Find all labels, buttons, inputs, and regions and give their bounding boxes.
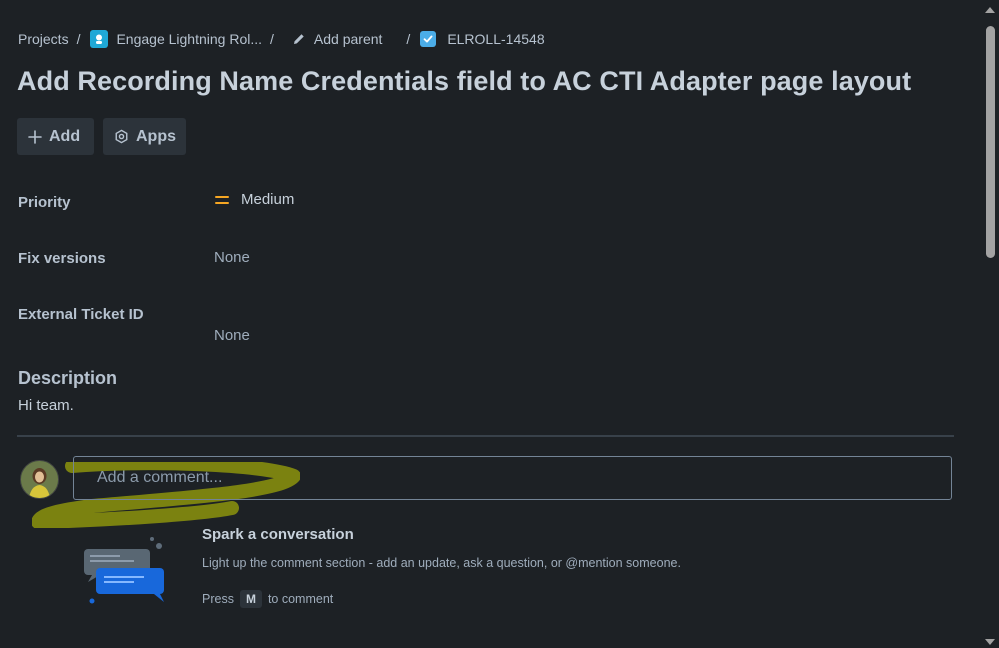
keyboard-hint-prefix: Press (202, 592, 234, 606)
task-checkbox-icon (420, 31, 437, 47)
keyboard-hint: Press M to comment (202, 590, 333, 608)
breadcrumb: Projects / Engage Lightning Rol... / Add… (18, 28, 545, 50)
add-parent-label: Add parent (313, 31, 383, 47)
breadcrumb-separator: / (270, 31, 274, 47)
issue-page: Projects / Engage Lightning Rol... / Add… (0, 0, 999, 648)
breadcrumb-separator: / (406, 31, 411, 47)
apps-button-label: Apps (136, 127, 176, 145)
apps-hexagon-icon (114, 129, 129, 144)
add-button-label: Add (49, 127, 81, 145)
keyboard-hint-suffix: to comment (267, 592, 334, 606)
breadcrumb-separator: / (76, 31, 81, 47)
add-button[interactable]: Add (17, 118, 94, 155)
vertical-scrollbar[interactable] (982, 0, 999, 648)
priority-value: Medium (241, 191, 295, 208)
apps-button[interactable]: Apps (103, 118, 186, 155)
breadcrumb-projects-label: Projects (18, 31, 69, 47)
priority-label: Priority (18, 194, 71, 211)
plus-icon (28, 129, 42, 144)
breadcrumb-project[interactable]: Engage Lightning Rol... (90, 30, 262, 48)
description-heading: Description (18, 368, 118, 388)
external-ticket-id-value[interactable]: None (214, 327, 250, 344)
breadcrumb-projects[interactable]: Projects (18, 31, 69, 47)
priority-field[interactable]: Medium (214, 191, 294, 208)
breadcrumb-project-label: Engage Lightning Rol... (116, 31, 263, 47)
divider (17, 435, 954, 437)
add-parent-button[interactable]: Add parent (292, 31, 383, 47)
scroll-up-arrow-icon[interactable] (985, 7, 995, 13)
fix-versions-value[interactable]: None (214, 249, 250, 266)
shortcut-key: M (239, 590, 262, 608)
conversation-illustration (84, 537, 164, 604)
priority-medium-icon (214, 193, 230, 207)
external-ticket-id-label: External Ticket ID (18, 306, 144, 323)
breadcrumb-issue-key[interactable]: ELROLL-14548 (420, 31, 545, 47)
scrollbar-thumb[interactable] (986, 26, 995, 258)
description-text[interactable]: Hi team. (18, 397, 74, 414)
issue-title[interactable]: Add Recording Name Credentials field to … (17, 66, 911, 97)
issue-key-label: ELROLL-14548 (447, 31, 545, 47)
empty-state-subtitle: Light up the comment section - add an up… (202, 556, 681, 570)
scroll-down-arrow-icon[interactable] (985, 639, 995, 645)
empty-state-title: Spark a conversation (202, 526, 354, 543)
fix-versions-label: Fix versions (18, 250, 106, 267)
comment-input[interactable]: Add a comment... (73, 456, 952, 500)
avatar (20, 460, 59, 499)
project-avatar-icon (90, 30, 109, 48)
pencil-icon (292, 32, 306, 46)
